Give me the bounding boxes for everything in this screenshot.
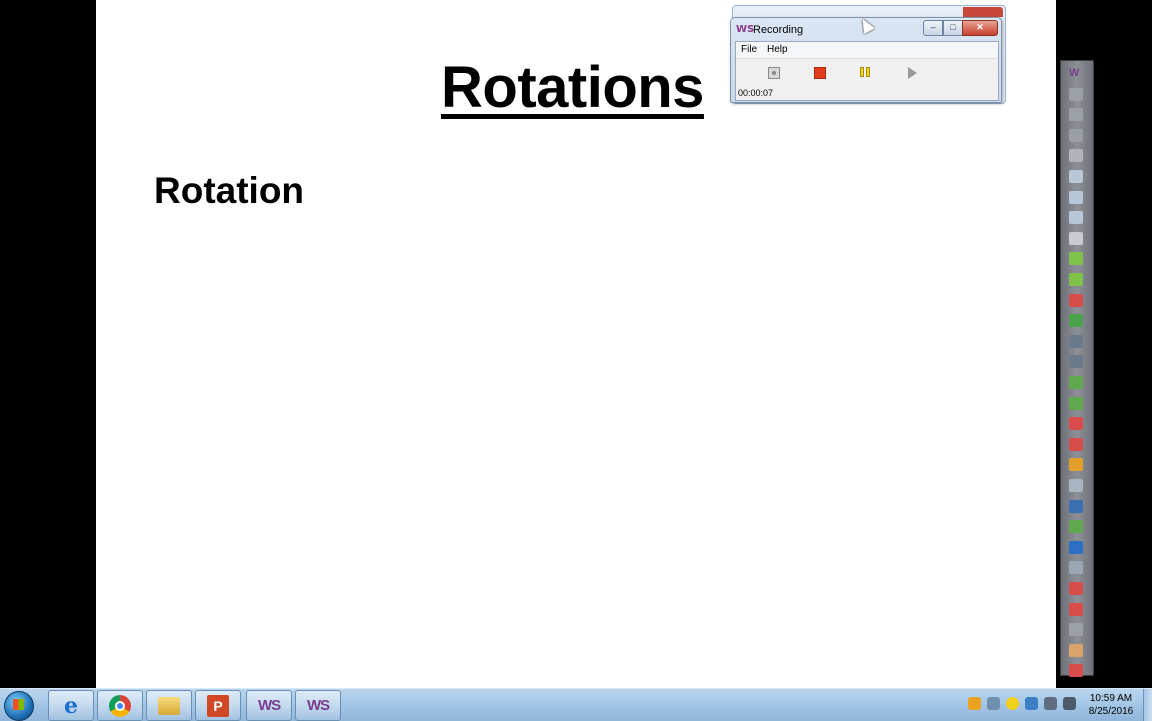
camera-icon[interactable] [1069,520,1083,534]
exit-icon[interactable] [1069,664,1083,678]
eraser-icon[interactable] [1069,355,1083,369]
folder-icon [158,697,180,715]
taskbar-chrome[interactable] [97,690,143,721]
spray-icon[interactable] [1069,437,1083,451]
copy-icon[interactable] [1069,170,1083,183]
network-icon[interactable] [987,697,1000,710]
menu-bar: File Help [736,42,998,59]
shield-icon[interactable] [968,697,981,710]
taskbar-file-explorer[interactable] [146,690,192,721]
taskbar-clock[interactable]: 10:59 AM 8/25/2016 [1082,692,1140,718]
dots-icon[interactable] [1069,87,1083,101]
taskbar-powerpoint[interactable]: P [195,690,241,721]
screen-icon[interactable] [1069,211,1083,225]
insert-shape-icon[interactable] [1069,396,1083,410]
taskbar-writing-studio-2[interactable]: WS [295,690,341,721]
close-x-icon[interactable] [1069,623,1083,637]
taskbar-writing-studio-1[interactable]: WS [246,690,292,721]
pen-icon[interactable] [1069,293,1083,307]
close-icon: ✕ [976,22,984,32]
rotate-icon[interactable] [1069,149,1083,163]
internet-explorer-icon: e [64,693,78,719]
recording-title: Recording [753,24,804,36]
info-icon[interactable] [1006,697,1019,710]
highlighter-icon[interactable] [1069,314,1083,328]
monitor-icon[interactable] [1044,697,1057,710]
slide-subtitle: Rotation [154,170,305,211]
ws-logo-icon: WS [258,697,281,714]
clock-date: 8/25/2016 [1088,706,1134,717]
eraser-icon[interactable] [1069,334,1083,348]
network-status-icon[interactable] [1025,697,1038,710]
keyboard-icon[interactable] [1069,479,1083,492]
chrome-icon [109,695,131,717]
display-icon[interactable] [1069,540,1083,554]
red-pen-icon[interactable] [1069,417,1083,431]
ws-logo-icon: WS [307,697,330,714]
menu-file[interactable]: File [741,44,757,55]
record-icon[interactable] [768,67,780,79]
dots-icon[interactable] [1069,108,1083,122]
warning-icon[interactable] [1069,458,1083,472]
insert-text-icon[interactable] [1069,376,1083,389]
stop-icon[interactable] [814,67,826,79]
clear-icon[interactable] [1069,643,1083,657]
show-desktop-button[interactable] [1143,689,1152,721]
volume-icon[interactable] [1063,697,1076,710]
ws-logo-icon: WS [736,24,755,35]
windows-logo-icon [13,699,24,710]
minimize-button[interactable]: – [923,20,943,36]
layers-icon[interactable] [1069,561,1083,575]
arrow-right-icon[interactable] [1069,273,1083,286]
side-toolbar: W [1060,60,1094,678]
minimize-icon: – [930,22,936,32]
pause-icon[interactable] [860,67,870,77]
start-button[interactable] [4,691,34,721]
slide-title: Rotations [441,55,704,120]
recording-body: File Help 00:00:07 [735,41,999,101]
arrow-left-icon[interactable] [1069,252,1083,266]
maximize-button[interactable]: □ [943,20,963,36]
taskbar: e P WS WS 10:59 AM 8/25/2016 [0,688,1152,721]
play-icon[interactable] [908,67,917,79]
edit-icon[interactable] [1069,499,1083,513]
pointer-icon[interactable] [1069,231,1083,245]
save-icon[interactable] [1069,190,1083,204]
taskbar-internet-explorer[interactable]: e [48,690,94,721]
elapsed-time: 00:00:07 [738,88,774,98]
ws-logo-icon[interactable]: W [1069,67,1083,80]
menu-help[interactable]: Help [767,44,788,55]
system-tray [968,697,1078,713]
document-color-icon[interactable] [1069,602,1083,616]
maximize-icon: □ [950,22,956,32]
dots-icon[interactable] [1069,128,1083,142]
powerpoint-icon: P [207,695,229,717]
document-icon[interactable] [1069,582,1083,595]
clock-time: 10:59 AM [1089,693,1133,704]
close-button[interactable]: ✕ [962,20,998,36]
